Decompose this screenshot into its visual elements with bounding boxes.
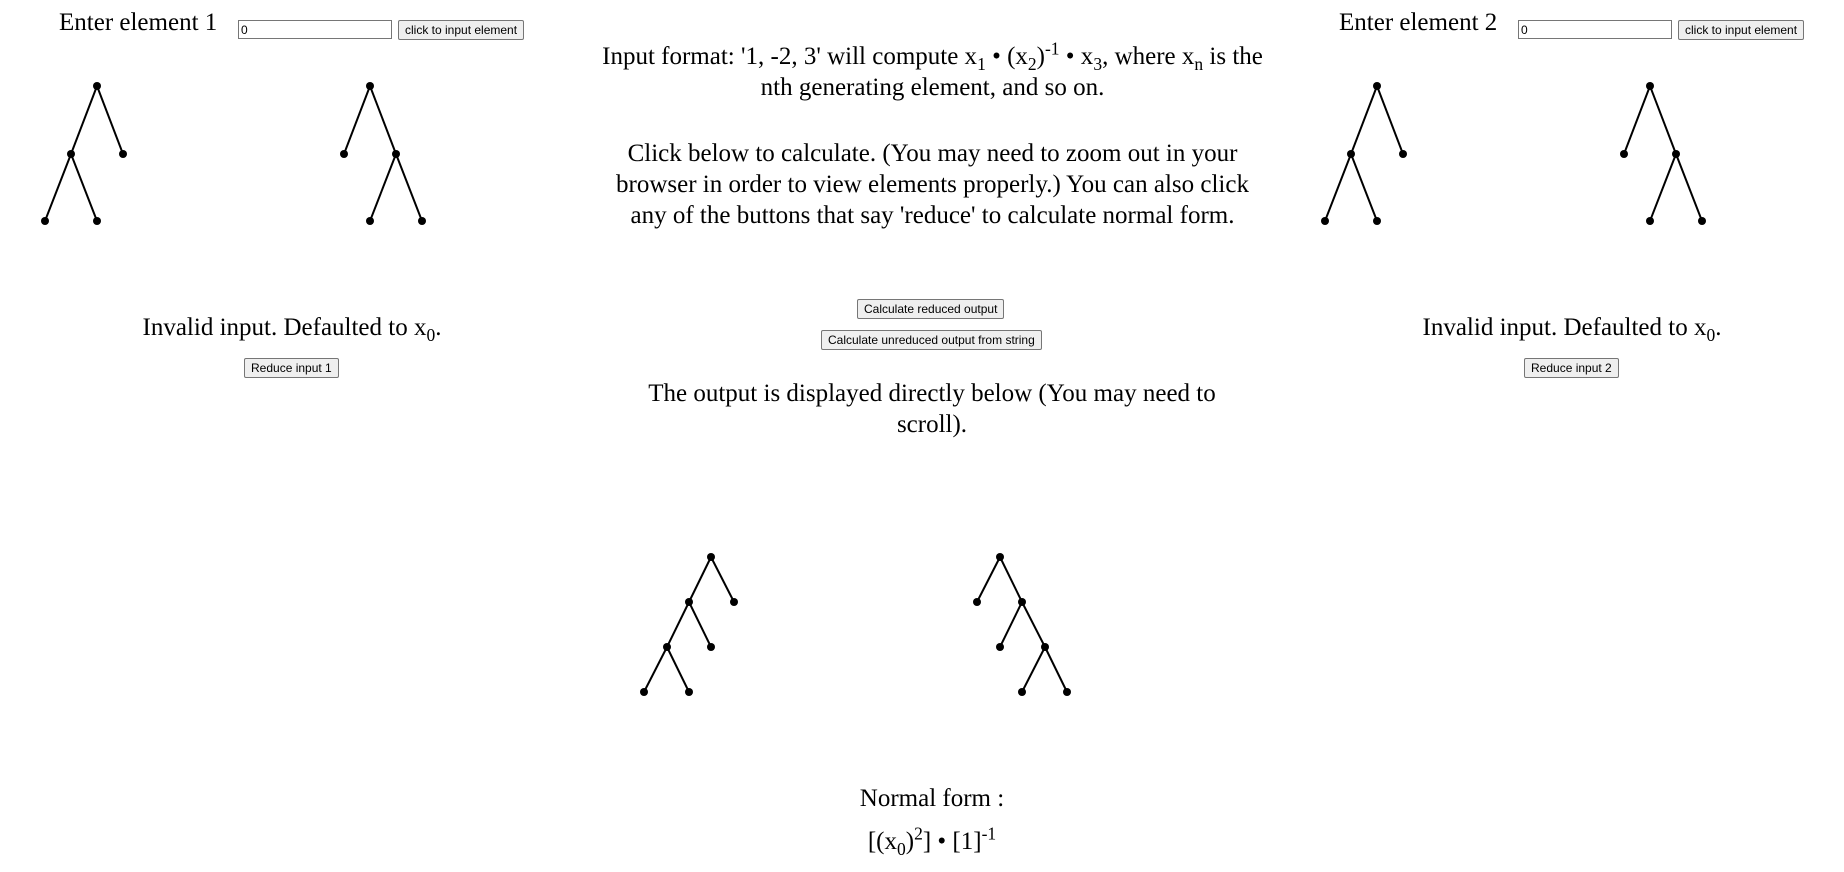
element-2-label: Enter element 2 [1339,9,1498,36]
element-2-input[interactable] [1518,20,1672,39]
calculate-unreduced-output-button[interactable]: Calculate unreduced output from string [821,330,1042,350]
normal-form-label: Normal form : [859,785,1005,812]
output-tree-right [973,553,1071,696]
element-1-status: Invalid input. Defaulted to x0. [142,314,442,345]
element-2-input-button[interactable]: click to input element [1678,20,1805,40]
calculate-instructions: Click below to calculate. (You may need … [616,140,1249,229]
normal-form-expression: [(x0)2] • [1]-1 [867,823,997,859]
input-format-text: Input format: '1, -2, 3' will compute x1… [602,38,1263,101]
output-note: The output is displayed directly below (… [648,380,1216,438]
calculate-reduced-output-button[interactable]: Calculate reduced output [857,299,1005,319]
element-2-status: Invalid input. Defaulted to x0. [1422,314,1722,345]
element-1-input-button[interactable]: click to input element [398,20,525,40]
reduce-input-1-button[interactable]: Reduce input 1 [244,358,339,378]
element-1-input[interactable] [238,20,392,39]
reduce-input-2-button[interactable]: Reduce input 2 [1524,358,1619,378]
